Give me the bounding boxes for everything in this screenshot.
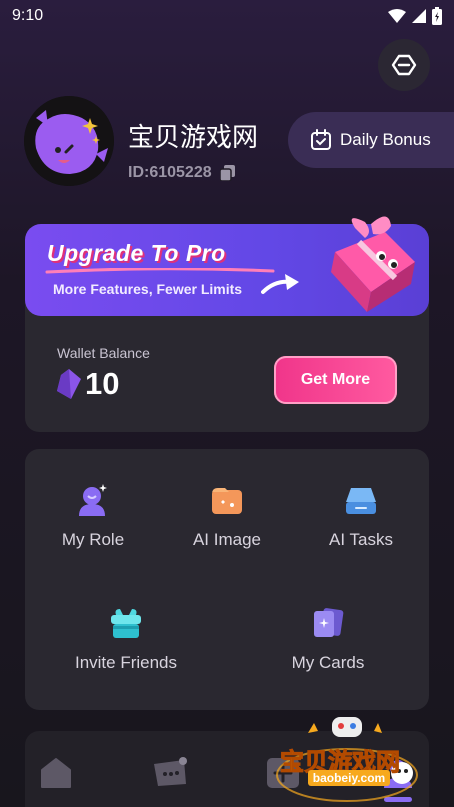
daily-bonus-button[interactable]: Daily Bonus xyxy=(288,112,454,168)
watermark-url: baobeiy.com xyxy=(308,770,390,786)
wallet-balance: 10 xyxy=(57,366,119,402)
avatar[interactable] xyxy=(24,96,114,186)
menu-item-label: My Role xyxy=(61,530,125,549)
menu-item-label: My Cards xyxy=(291,653,365,672)
tasks-icon xyxy=(346,488,376,514)
arrow-right-icon xyxy=(261,274,299,294)
status-time: 9:10 xyxy=(12,7,44,24)
menu-item-label: AI Image xyxy=(192,530,262,549)
menu-item-my-role[interactable]: My Role xyxy=(55,482,131,550)
home-icon[interactable] xyxy=(38,756,74,790)
menu-item-label: Invite Friends xyxy=(74,653,178,672)
status-bar: 9:10 xyxy=(0,0,454,32)
chat-icon[interactable] xyxy=(152,756,188,790)
calendar-check-icon xyxy=(311,129,331,150)
upgrade-pro-banner[interactable]: Upgrade To Pro More Features, Fewer Limi… xyxy=(25,216,429,316)
exit-icon xyxy=(391,54,417,76)
user-id-text: ID:6105228 xyxy=(128,164,212,181)
copy-icon[interactable] xyxy=(219,165,236,181)
menu-item-ai-image[interactable]: AI Image xyxy=(187,482,267,550)
gem-icon xyxy=(57,369,81,399)
battery-icon xyxy=(432,7,442,25)
role-icon xyxy=(79,484,107,516)
status-icons xyxy=(388,7,442,25)
menu-item-invite-friends[interactable]: Invite Friends xyxy=(68,605,184,673)
wallet-amount: 10 xyxy=(85,366,120,401)
underline-swoosh-icon xyxy=(45,268,275,274)
gift-box-icon xyxy=(331,216,415,312)
menu-item-my-cards[interactable]: My Cards xyxy=(285,605,371,673)
signal-icon xyxy=(412,9,426,23)
wallet-balance-label: Wallet Balance xyxy=(57,345,150,361)
get-more-button[interactable]: Get More xyxy=(274,356,397,404)
gift-icon xyxy=(111,609,141,638)
logout-button[interactable] xyxy=(378,39,430,91)
daily-bonus-label: Daily Bonus xyxy=(340,130,431,149)
username: 宝贝游戏网 xyxy=(128,123,259,153)
image-icon xyxy=(212,488,242,514)
user-id: ID:6105228 xyxy=(128,164,236,182)
pro-banner-subtitle: More Features, Fewer Limits xyxy=(53,281,243,297)
menu-item-label: AI Tasks xyxy=(329,530,393,549)
menu-item-ai-tasks[interactable]: AI Tasks xyxy=(320,482,402,550)
pro-banner-title: Upgrade To Pro xyxy=(47,240,226,266)
wifi-icon xyxy=(388,9,406,23)
avatar-mascot-icon xyxy=(24,96,114,186)
cards-icon xyxy=(314,608,344,637)
